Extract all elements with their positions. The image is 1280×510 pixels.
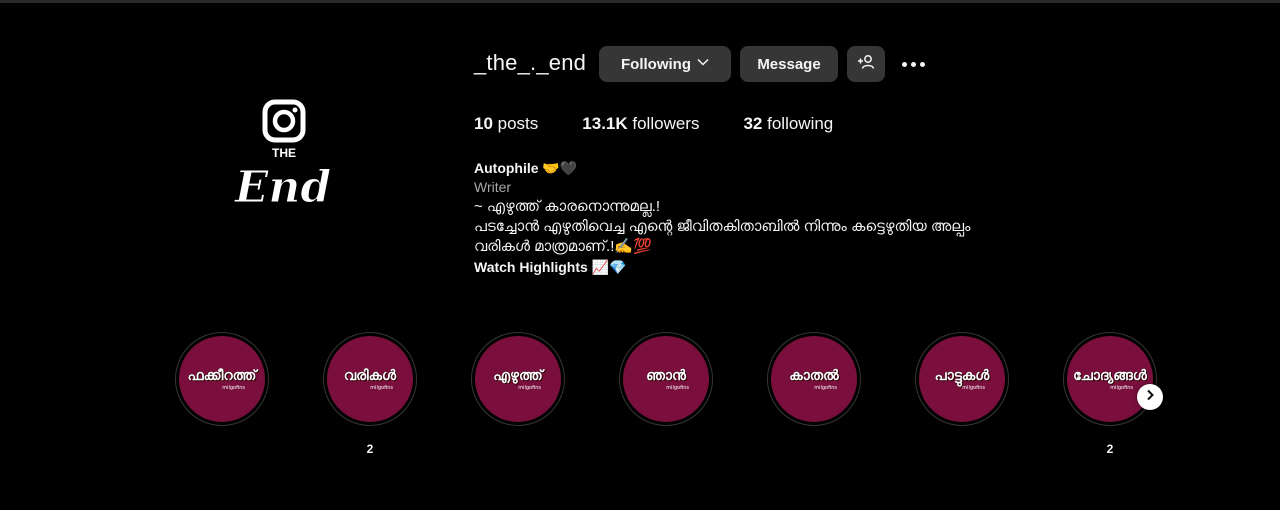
highlight-ring: കാതൽ milgofins [767, 332, 861, 426]
highlight-label: 2 [1106, 442, 1114, 456]
highlight-cover-title: ചോദ്യങ്ങൾ [1073, 367, 1147, 384]
highlight-cover-title: കാതൽ [789, 367, 839, 384]
bio-highlights-text: Watch Highlights 📈💎 [474, 259, 627, 275]
highlight-item[interactable]: എഴുത്ത് milgofins [470, 332, 566, 426]
highlight-cover: കാതൽ milgofins [771, 336, 857, 422]
avatar-text-the: THE [272, 146, 296, 160]
highlight-item[interactable]: വരികൾ milgofins 2 [322, 332, 418, 456]
message-button[interactable]: Message [740, 46, 838, 82]
profile-category: Writer [474, 179, 512, 195]
posts-label: posts [492, 114, 539, 133]
followers-count: 13.1K [582, 114, 628, 133]
instagram-logo-icon: THE End [232, 99, 332, 214]
followers-label: followers [627, 114, 700, 133]
highlight-cover-title: എഴുത്ത് [493, 367, 543, 384]
highlight-cover: വരികൾ milgofins [327, 336, 413, 422]
profile-bio: Autophile 🤝🖤 Writer ~ എഴുത്ത് കാരനൊന്നുമ… [474, 158, 1174, 277]
highlight-cover: പാട്ടുകൾ milgofins [919, 336, 1005, 422]
highlight-cover-sub: milgofins [1110, 384, 1133, 391]
highlight-item[interactable]: ഞാൻ milgofins [618, 332, 714, 426]
bio-line: പടച്ചോൻ എഴുതിവെച്ച എന്റെ ജീവിതകിതാബിൽ നി… [474, 218, 971, 235]
highlight-ring: ചോദ്യങ്ങൾ milgofins [1063, 332, 1157, 426]
highlight-ring: പാട്ടുകൾ milgofins [915, 332, 1009, 426]
highlight-cover-title: ഫക്കീറത്ത് [187, 367, 257, 384]
following-stat[interactable]: 32 following [743, 114, 833, 134]
highlight-item[interactable]: പാട്ടുകൾ milgofins [914, 332, 1010, 426]
highlight-cover: ചോദ്യങ്ങൾ milgofins [1067, 336, 1153, 422]
more-horizontal-icon[interactable] [897, 50, 929, 78]
highlights-next-button[interactable] [1137, 384, 1163, 410]
profile-stats: 10 posts 13.1K followers 32 following [474, 114, 877, 134]
highlight-cover-sub: milgofins [518, 384, 541, 391]
followers-stat[interactable]: 13.1K followers [582, 114, 699, 134]
highlight-cover-title: വരികൾ [343, 367, 397, 384]
highlight-cover: എഴുത്ത് milgofins [475, 336, 561, 422]
highlight-cover-sub: milgofins [222, 384, 245, 391]
highlight-cover: ഫക്കീറത്ത് milgofins [179, 336, 265, 422]
avatar-text-end: End [233, 162, 331, 213]
highlight-ring: എഴുത്ത് milgofins [471, 332, 565, 426]
bio-line: ~ എഴുത്ത് കാരനൊന്നുമല്ല.! [474, 198, 661, 215]
highlight-ring: വരികൾ milgofins [323, 332, 417, 426]
highlight-item[interactable]: കാതൽ milgofins [766, 332, 862, 426]
following-count: 32 [743, 114, 763, 133]
following-label: following [762, 114, 834, 133]
highlight-cover-title: പാട്ടുകൾ [934, 367, 990, 384]
highlight-cover-sub: milgofins [814, 384, 837, 391]
highlight-label: 2 [366, 442, 374, 456]
bio-line: വരികൾ മാത്രമാണ്.!✍️💯 [474, 238, 652, 255]
highlight-cover: ഞാൻ milgofins [623, 336, 709, 422]
profile-username: _the_._end [474, 50, 587, 75]
chevron-down-icon [697, 57, 709, 69]
highlight-cover-title: ഞാൻ [646, 367, 686, 384]
add-user-icon [857, 54, 875, 74]
posts-stat[interactable]: 10 posts [474, 114, 538, 134]
following-button-label: Following [621, 55, 691, 73]
highlight-cover-sub: milgofins [962, 384, 985, 391]
highlight-item[interactable]: ഫക്കീറത്ത് milgofins [174, 332, 270, 426]
window-top-border [0, 0, 1280, 3]
posts-count: 10 [474, 114, 493, 133]
highlight-item[interactable]: ചോദ്യങ്ങൾ milgofins 2 [1062, 332, 1158, 456]
following-button[interactable]: Following [599, 46, 731, 82]
highlight-ring: ഫക്കീറത്ത് milgofins [175, 332, 269, 426]
chevron-right-icon [1145, 388, 1155, 406]
add-user-button[interactable] [847, 46, 885, 82]
profile-display-name: Autophile 🤝🖤 [474, 160, 578, 176]
highlight-cover-sub: milgofins [370, 384, 393, 391]
highlight-cover-sub: milgofins [666, 384, 689, 391]
profile-avatar[interactable]: THE End [226, 94, 344, 224]
highlight-ring: ഞാൻ milgofins [619, 332, 713, 426]
